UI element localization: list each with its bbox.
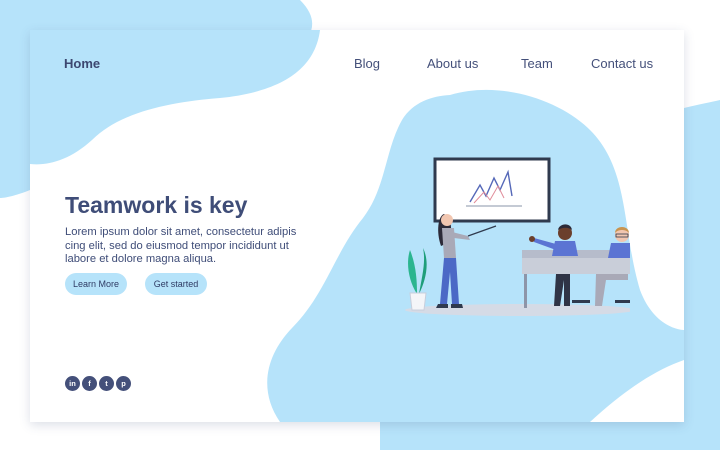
presenter-legs	[440, 258, 459, 304]
presenter-pointer	[467, 225, 497, 237]
hero-title: Teamwork is key	[65, 192, 248, 218]
meeting-illustration	[405, 157, 630, 316]
hero-description: Lorem ipsum dolor sit amet, consectetur …	[65, 226, 297, 266]
twitter-icon[interactable]: t	[99, 376, 114, 391]
meeting-table-leg-left	[524, 274, 527, 308]
meeting-table-front	[522, 258, 630, 274]
facebook-icon[interactable]: f	[82, 376, 97, 391]
nav-about-link[interactable]: About us	[427, 56, 478, 71]
chair-one-base	[572, 300, 590, 303]
nav-contact-link[interactable]: Contact us	[591, 56, 653, 71]
plant-leaf-right	[419, 248, 427, 294]
linkedin-icon[interactable]: in	[65, 376, 80, 391]
colleague-two-body	[608, 243, 630, 258]
whiteboard	[433, 157, 551, 223]
chair-two-base	[615, 300, 630, 303]
plant-leaf-left	[408, 250, 417, 294]
nav-blog-link[interactable]: Blog	[354, 56, 380, 71]
colleague-one-legs	[554, 274, 570, 306]
presenter-head	[441, 214, 453, 226]
social-links: in f t p	[65, 376, 131, 391]
colleague-one-arm	[534, 238, 556, 250]
colleague-one-hand	[529, 236, 535, 242]
get-started-button[interactable]: Get started	[145, 273, 207, 295]
plant-pot	[409, 292, 427, 311]
landing-card: Home Blog About us Team Contact us Teamw…	[30, 30, 684, 422]
nav-team-link[interactable]: Team	[521, 56, 553, 71]
learn-more-button[interactable]: Learn More	[65, 273, 127, 295]
nav-home-link[interactable]: Home	[64, 56, 100, 71]
pinterest-icon[interactable]: p	[116, 376, 131, 391]
